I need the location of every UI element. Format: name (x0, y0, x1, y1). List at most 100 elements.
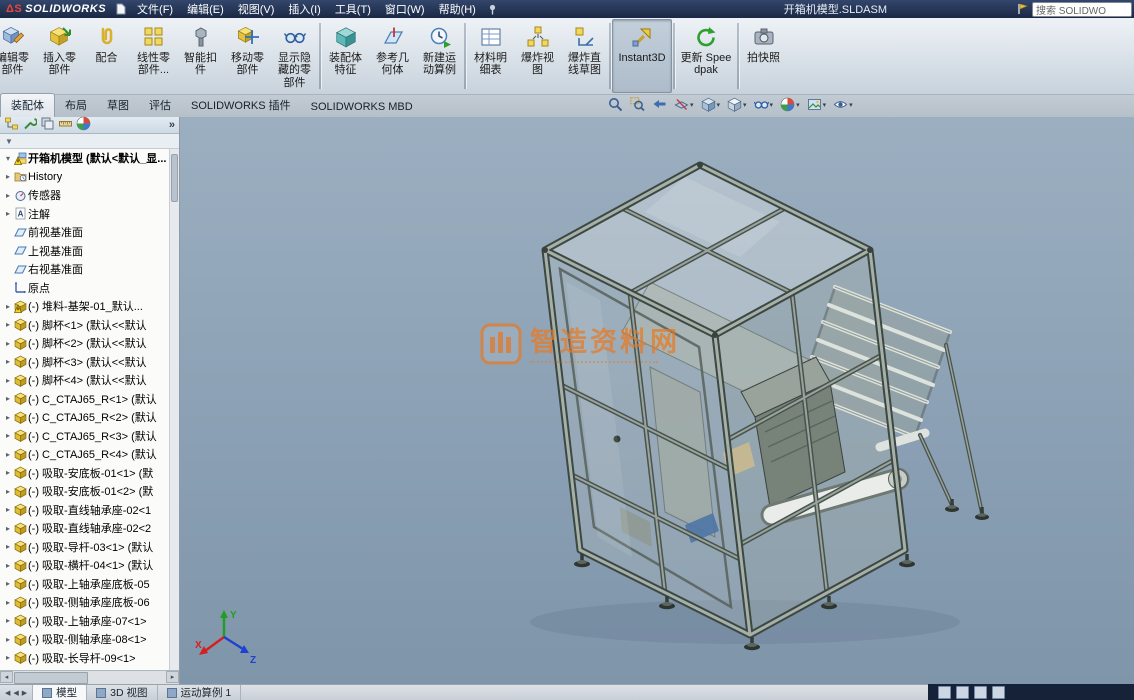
tree-expand-arrow[interactable]: ▸ (3, 487, 13, 496)
tree-expand-arrow[interactable]: ▸ (3, 357, 13, 366)
pin-icon[interactable] (483, 4, 502, 15)
dropdown-arrow-icon[interactable]: ▾ (849, 101, 853, 109)
menu-item-5[interactable]: 窗口(W) (378, 0, 432, 18)
tree-filter-bar[interactable]: ▼ (0, 134, 179, 149)
tree-expand-arrow[interactable]: ▸ (3, 524, 13, 533)
headsup-previous-view[interactable] (652, 97, 667, 112)
ribbon-button-smart-fasteners[interactable]: 智能扣件 (177, 19, 224, 93)
hscroll-left-arrow[interactable]: ◂ (0, 671, 13, 683)
panel-overflow-chevron[interactable]: » (169, 119, 175, 131)
ribbon-button-snapshot[interactable]: 拍快照 (740, 19, 787, 93)
headsup-apply-scene[interactable]: ▾ (807, 97, 827, 112)
tree-item[interactable]: ▸(-) 脚杯<2> (默认<<默认 (0, 334, 170, 353)
tree-expand-arrow[interactable]: ▸ (3, 191, 13, 200)
ribbon-button-motion-study[interactable]: 新建运动算例 (416, 19, 463, 93)
doc-tab-2[interactable]: 运动算例 1 (158, 685, 242, 700)
panel-tab-dimxpertmanager[interactable] (58, 116, 73, 134)
tree-expand-arrow[interactable]: ▸ (3, 413, 13, 422)
doc-tab-1[interactable]: 3D 视图 (87, 685, 157, 700)
tree-expand-arrow[interactable]: ▸ (3, 320, 13, 329)
filter-dropdown-arrow[interactable]: ▼ (5, 137, 13, 146)
tree-expand-arrow[interactable]: ▸ (3, 450, 13, 459)
dropdown-arrow-icon[interactable]: ▾ (796, 101, 800, 109)
tree-expand-arrow[interactable]: ▸ (3, 209, 13, 218)
tree-item[interactable]: ▸(-) 堆料-基架-01_默认... (0, 297, 170, 316)
command-tab-2[interactable]: 草图 (97, 94, 139, 117)
tree-item[interactable]: ▸(-) 吸取-上轴承座底板-05 (0, 575, 170, 594)
headsup-zoom-area[interactable] (630, 97, 645, 112)
ribbon-button-edit-component[interactable]: 编辑零部件 (0, 19, 36, 93)
tree-item[interactable]: ▸(-) 吸取-安底板-01<1> (默 (0, 464, 170, 483)
tree-item[interactable]: ▾开箱机模型 (默认<默认_显... (0, 149, 170, 168)
tree-expand-arrow[interactable]: ▸ (3, 579, 13, 588)
tree-item[interactable]: ▸(-) 脚杯<4> (默认<<默认 (0, 371, 170, 390)
tree-item[interactable]: ▸(-) 吸取-直线轴承座-02<1 (0, 501, 170, 520)
tab-scroll-left2-icon[interactable]: ◀ (13, 689, 18, 697)
ribbon-button-move-component[interactable]: 移动零部件 (224, 19, 271, 93)
headsup-display-style[interactable]: ▾ (727, 97, 747, 112)
doc-tab-0[interactable]: 模型 (33, 685, 87, 700)
panel-tab-featuremanager[interactable] (4, 116, 19, 134)
hscroll-thumb[interactable] (14, 672, 88, 684)
tree-item[interactable]: ▸(-) 吸取-上轴承座-07<1> (0, 612, 170, 631)
tree-item[interactable]: ▸A注解 (0, 205, 170, 224)
solidworks-resources-flag-icon[interactable] (1017, 3, 1028, 15)
command-tab-5[interactable]: SOLIDWORKS MBD (301, 98, 423, 117)
tree-expand-arrow[interactable]: ▸ (3, 505, 13, 514)
tree-item[interactable]: ▸(-) 吸取-直线轴承座-02<2 (0, 519, 170, 538)
new-document-icon[interactable] (112, 3, 130, 15)
status-icon[interactable] (956, 686, 969, 699)
command-tab-1[interactable]: 布局 (55, 94, 97, 117)
headsup-view-settings[interactable]: ▾ (833, 97, 853, 112)
menu-item-4[interactable]: 工具(T) (328, 0, 378, 18)
ribbon-button-instant3d[interactable]: Instant3D (612, 19, 672, 93)
menu-item-0[interactable]: 文件(F) (130, 0, 180, 18)
status-icon[interactable] (992, 686, 1005, 699)
tree-item[interactable]: ▸(-) C_CTAJ65_R<3> (默认 (0, 427, 170, 446)
dropdown-arrow-icon[interactable]: ▾ (743, 101, 747, 109)
tree-item[interactable]: ▸History (0, 168, 170, 187)
solidworks-search-input[interactable] (1032, 2, 1132, 17)
headsup-section-view[interactable]: ▾ (674, 97, 694, 112)
tree-item[interactable]: ▸(-) 吸取-侧轴承座-08<1> (0, 630, 170, 649)
ribbon-button-reference-geometry[interactable]: 参考几何体 (369, 19, 416, 93)
ribbon-button-exploded-view[interactable]: 爆炸视图 (514, 19, 561, 93)
tab-scroll-arrows[interactable]: ◀ ◀ ▶ (0, 685, 33, 700)
tree-item[interactable]: ▸(-) 吸取-安底板-01<2> (默 (0, 482, 170, 501)
headsup-zoom-fit[interactable] (608, 97, 623, 112)
status-icon[interactable] (974, 686, 987, 699)
command-tab-3[interactable]: 评估 (139, 94, 181, 117)
menu-item-3[interactable]: 插入(I) (281, 0, 327, 18)
ribbon-button-mate[interactable]: 配合 (83, 19, 130, 93)
tab-scroll-left-icon[interactable]: ◀ (5, 689, 10, 697)
tree-expand-arrow[interactable]: ▸ (3, 339, 13, 348)
tree-expand-arrow[interactable]: ▸ (3, 394, 13, 403)
tree-item[interactable]: ▸(-) 吸取-横杆-04<1> (默认 (0, 556, 170, 575)
tree-vertical-scrollbar[interactable] (169, 149, 179, 671)
menu-item-6[interactable]: 帮助(H) (432, 0, 483, 18)
tree-item[interactable]: ▸(-) 吸取-导杆-03<1> (默认 (0, 538, 170, 557)
tree-expand-arrow[interactable]: ▸ (3, 542, 13, 551)
tree-expand-arrow[interactable]: ▸ (3, 598, 13, 607)
tree-item[interactable]: 右视基准面 (0, 260, 170, 279)
dropdown-arrow-icon[interactable]: ▾ (823, 101, 827, 109)
tree-item[interactable]: ▸(-) C_CTAJ65_R<1> (默认 (0, 390, 170, 409)
ribbon-button-insert-component[interactable]: 插入零部件 (36, 19, 83, 93)
tree-expand-arrow[interactable]: ▸ (3, 635, 13, 644)
tree-expand-arrow[interactable]: ▸ (3, 376, 13, 385)
tree-item[interactable]: ▸(-) C_CTAJ65_R<4> (默认 (0, 445, 170, 464)
tab-scroll-right-icon[interactable]: ▶ (22, 689, 27, 697)
tree-item[interactable]: ▸(-) 脚杯<1> (默认<<默认 (0, 316, 170, 335)
command-tab-0[interactable]: 装配体 (0, 93, 55, 117)
tree-expand-arrow[interactable]: ▸ (3, 302, 13, 311)
headsup-view-orientation[interactable]: ▾ (701, 97, 721, 112)
tree-expand-arrow[interactable]: ▸ (3, 653, 13, 662)
ribbon-button-speedpak[interactable]: 更新 Speedpak (676, 19, 736, 93)
tree-item[interactable]: 原点 (0, 279, 170, 298)
tree-expand-arrow[interactable]: ▸ (3, 172, 13, 181)
menu-item-2[interactable]: 视图(V) (231, 0, 282, 18)
command-tab-4[interactable]: SOLIDWORKS 插件 (181, 94, 301, 117)
tree-item[interactable]: ▸传感器 (0, 186, 170, 205)
tree-expand-arrow[interactable]: ▾ (3, 154, 13, 163)
hscroll-right-arrow[interactable]: ▸ (166, 671, 179, 683)
